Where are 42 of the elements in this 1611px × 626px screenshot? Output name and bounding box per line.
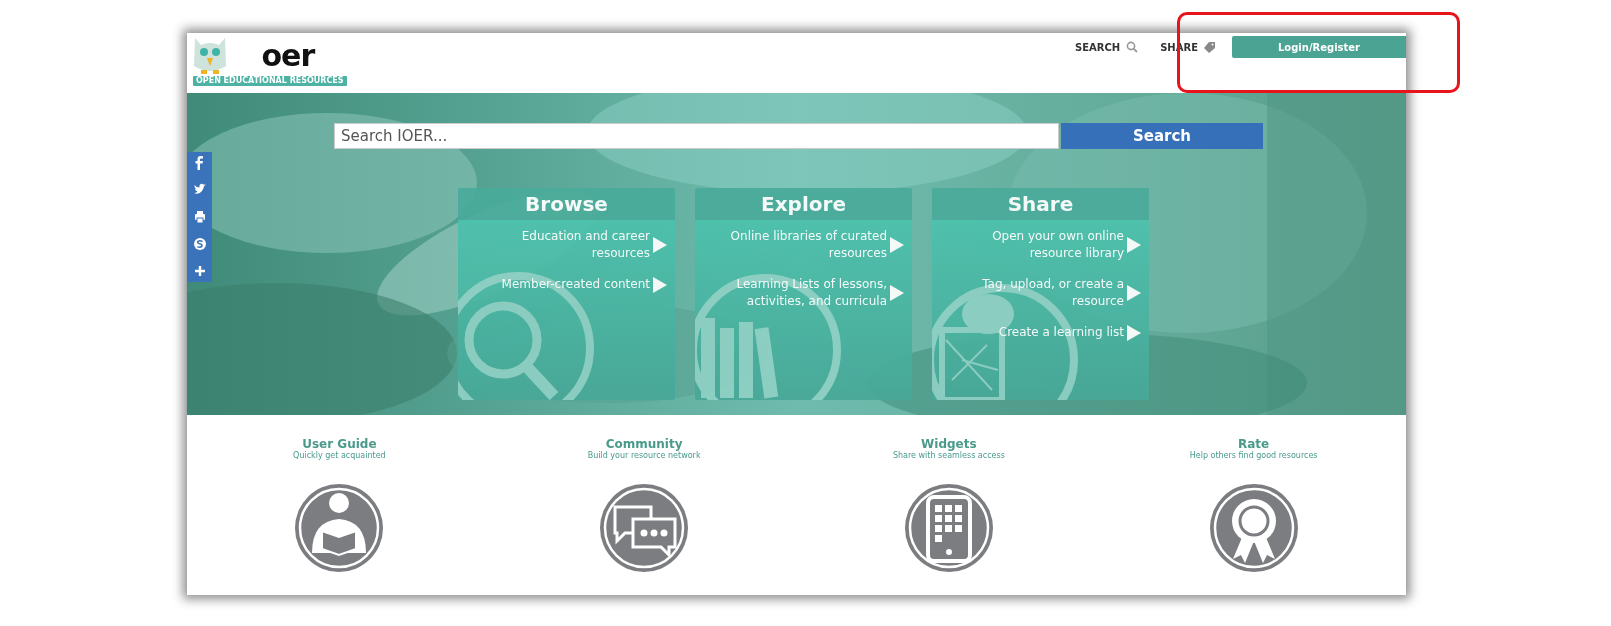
feature-title[interactable]: User Guide xyxy=(302,437,377,451)
card-title: Share xyxy=(932,188,1149,220)
twitter-icon[interactable] xyxy=(192,183,207,197)
chat-bubbles-icon[interactable] xyxy=(599,483,690,573)
card-title: Browse xyxy=(458,188,675,220)
reader-icon[interactable] xyxy=(294,483,385,573)
card-link[interactable]: Education and career resources xyxy=(480,228,650,262)
card-link[interactable]: Learning Lists of lessons, activities, and curricula xyxy=(717,276,887,310)
feature-subtitle: Quickly get acquainted xyxy=(293,451,386,461)
feature-title[interactable]: Community xyxy=(605,437,683,451)
play-arrow-icon[interactable] xyxy=(1127,324,1141,341)
play-arrow-icon[interactable] xyxy=(653,237,667,253)
card-title: Explore xyxy=(695,188,912,220)
play-arrow-icon[interactable] xyxy=(653,276,667,293)
logo-tagline: OPEN EDUCATIONAL RESOURCES xyxy=(193,76,347,86)
feature-subtitle: Help others find good resources xyxy=(1189,451,1318,461)
owl-logo-icon[interactable] xyxy=(193,36,227,76)
card-link[interactable]: Tag, upload, or create a resource xyxy=(954,276,1124,310)
card-link[interactable]: Online libraries of curated resources xyxy=(717,228,887,262)
card-link[interactable]: Member-created content xyxy=(501,276,650,293)
award-ribbon-icon[interactable] xyxy=(1208,483,1299,573)
play-arrow-icon[interactable] xyxy=(890,237,904,253)
card-link[interactable]: Open your own online resource library xyxy=(954,228,1124,262)
feature-subtitle: Share with seamless access xyxy=(892,451,1005,461)
plus-icon[interactable] xyxy=(192,264,207,278)
nav-link[interactable]: SEARCH xyxy=(1074,41,1139,53)
play-arrow-icon[interactable] xyxy=(1127,285,1141,301)
feature-title[interactable]: Rate xyxy=(1238,437,1270,451)
feature-title[interactable]: Widgets xyxy=(921,437,977,451)
feature-subtitle: Build your resource network xyxy=(587,451,701,461)
card-link[interactable]: Create a learning list xyxy=(998,324,1124,341)
tag-icon xyxy=(1204,41,1216,53)
login-register-button[interactable]: Login/Register xyxy=(1232,36,1406,58)
play-arrow-icon[interactable] xyxy=(1127,237,1141,253)
tablet-icon[interactable] xyxy=(903,483,994,573)
search-icon xyxy=(1126,41,1139,53)
search-field[interactable]: Search IOER... xyxy=(334,123,1059,149)
skype-icon[interactable] xyxy=(192,237,207,251)
printer-icon[interactable] xyxy=(192,210,207,224)
search-button[interactable]: Search xyxy=(1061,123,1263,149)
play-arrow-icon[interactable] xyxy=(890,285,904,301)
logo-wordmark: oer xyxy=(261,37,316,75)
